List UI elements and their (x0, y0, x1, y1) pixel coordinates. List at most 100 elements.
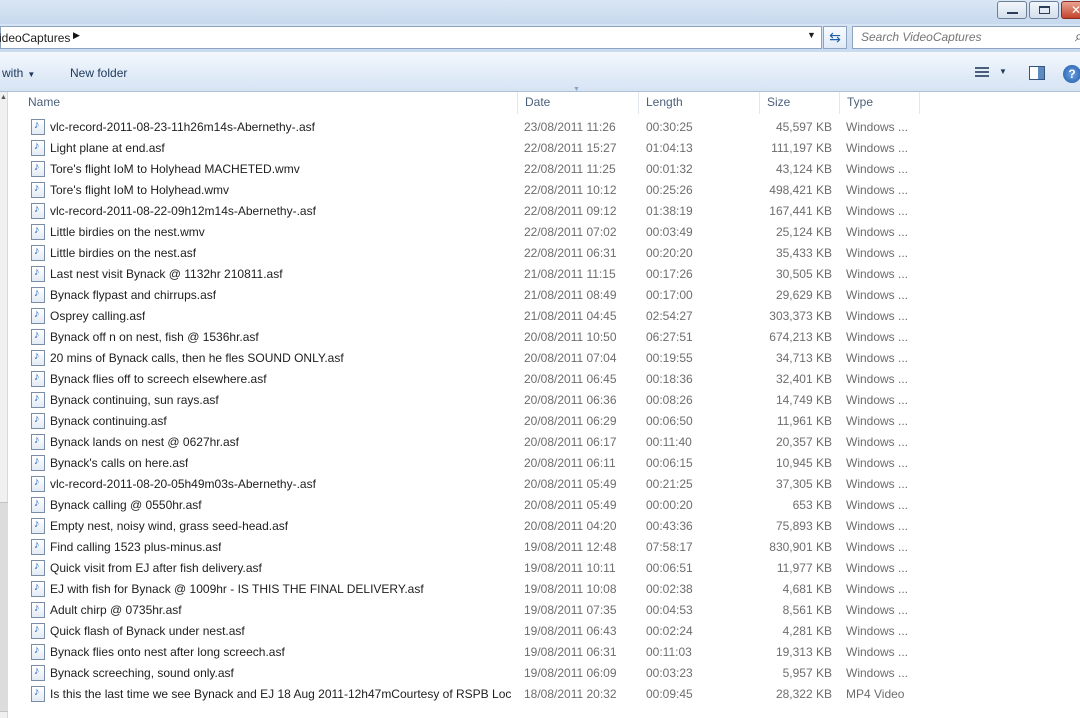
file-name: Is this the last time we see Bynack and … (50, 687, 512, 701)
file-row[interactable]: Last nest visit Bynack @ 1132hr 210811.a… (9, 264, 1080, 285)
file-row[interactable]: Quick visit from EJ after fish delivery.… (9, 558, 1080, 579)
file-row[interactable]: Little birdies on the nest.wmv 22/08/2011… (9, 222, 1080, 243)
column-header-size[interactable]: Size (760, 92, 840, 114)
file-row[interactable]: 20 mins of Bynack calls, then he fles SO… (9, 348, 1080, 369)
file-row[interactable]: Bynack lands on nest @ 0627hr.asf 20/08/2… (9, 432, 1080, 453)
file-length: 00:19:55 (646, 351, 693, 365)
file-size: 4,281 KB (782, 624, 832, 638)
file-row[interactable]: EJ with fish for Bynack @ 1009hr - IS TH… (9, 579, 1080, 600)
file-row[interactable]: Find calling 1523 plus-minus.asf 19/08/20… (9, 537, 1080, 558)
new-folder-button[interactable]: New folder (70, 66, 127, 80)
file-size: 45,597 KB (775, 120, 832, 134)
file-date: 22/08/2011 09:12 (524, 204, 617, 218)
column-header-length[interactable]: Length (639, 92, 760, 114)
address-dropdown-icon[interactable]: ▼ (807, 30, 816, 40)
video-file-icon (31, 266, 45, 282)
file-row[interactable]: Light plane at end.asf 22/08/2011 15:27 01… (9, 138, 1080, 159)
search-input[interactable] (861, 30, 1071, 44)
file-length: 01:04:13 (646, 141, 693, 155)
file-row[interactable]: vlc-record-2011-08-20-05h49m03s-Aberneth… (9, 474, 1080, 495)
search-icon[interactable]: ⌕ (1075, 28, 1080, 45)
file-date: 20/08/2011 05:49 (524, 477, 617, 491)
file-length: 00:08:26 (646, 393, 693, 407)
video-file-icon (31, 119, 45, 135)
title-bar: ✕ (0, 0, 1080, 24)
search-box[interactable]: ⌕ (852, 26, 1080, 49)
video-file-icon (31, 287, 45, 303)
file-name: Little birdies on the nest.asf (50, 246, 197, 260)
file-length: 00:02:38 (646, 582, 693, 596)
file-length: 00:18:36 (646, 372, 693, 386)
file-type: Windows ... (846, 519, 909, 533)
file-date: 19/08/2011 10:11 (524, 561, 616, 575)
video-file-icon (31, 623, 45, 639)
file-name: 20 mins of Bynack calls, then he fles SO… (50, 351, 344, 365)
minimize-icon (1007, 6, 1018, 14)
file-row[interactable]: vlc-record-2011-08-22-09h12m14s-Aberneth… (9, 201, 1080, 222)
file-type: Windows ... (846, 351, 909, 365)
file-name: Adult chirp @ 0735hr.asf (50, 603, 182, 617)
file-row[interactable]: Bynack continuing.asf 20/08/2011 06:29 00:… (9, 411, 1080, 432)
file-row[interactable]: Osprey calling.asf 21/08/2011 04:45 02:54:… (9, 306, 1080, 327)
file-date: 20/08/2011 06:29 (524, 414, 617, 428)
refresh-button[interactable]: ⇆ (823, 26, 847, 49)
video-file-icon (31, 581, 45, 597)
open-with-button[interactable]: with ▼ (2, 66, 35, 80)
file-row[interactable]: Bynack flypast and chirrups.asf 21/08/201… (9, 285, 1080, 306)
navigation-pane-scrollbar[interactable]: ▲ (0, 92, 8, 718)
file-name: Quick flash of Bynack under nest.asf (50, 624, 245, 638)
file-type: Windows ... (846, 498, 909, 512)
help-icon[interactable]: ? (1063, 65, 1080, 83)
file-row[interactable]: Bynack calling @ 0550hr.asf 20/08/2011 05… (9, 495, 1080, 516)
file-size: 5,957 KB (782, 666, 832, 680)
file-size: 11,977 KB (776, 561, 832, 575)
command-bar: with ▼ New folder ▼ ? (0, 52, 1080, 92)
column-header-date[interactable]: Date (518, 92, 639, 114)
file-row[interactable]: Tore's flight IoM to Holyhead.wmv 22/08/2… (9, 180, 1080, 201)
scrollbar-thumb[interactable] (0, 502, 8, 712)
file-row[interactable]: Bynack's calls on here.asf 20/08/2011 06:… (9, 453, 1080, 474)
file-name: Light plane at end.asf (50, 141, 165, 155)
file-row[interactable]: Adult chirp @ 0735hr.asf 19/08/2011 07:35… (9, 600, 1080, 621)
file-size: 4,681 KB (782, 582, 832, 596)
file-type: Windows ... (846, 204, 909, 218)
file-length: 01:38:19 (646, 204, 693, 218)
file-row[interactable]: Quick flash of Bynack under nest.asf 19/0… (9, 621, 1080, 642)
file-date: 18/08/2011 20:32 (524, 687, 617, 701)
file-size: 19,313 KB (775, 645, 832, 659)
video-file-icon (31, 560, 45, 576)
scroll-up-icon[interactable]: ▲ (0, 94, 7, 101)
file-row[interactable]: Tore's flight IoM to Holyhead MACHETED.w… (9, 159, 1080, 180)
file-type: Windows ... (846, 477, 909, 491)
minimize-button[interactable] (997, 1, 1027, 19)
file-type: Windows ... (846, 414, 909, 428)
file-row[interactable]: Bynack flies onto nest after long screec… (9, 642, 1080, 663)
file-row[interactable]: Bynack screeching, sound only.asf 19/08/2… (9, 663, 1080, 684)
view-options-chevron-icon[interactable]: ▼ (999, 67, 1007, 76)
file-row[interactable]: Empty nest, noisy wind, grass seed-head.… (9, 516, 1080, 537)
column-header-name[interactable]: Name (21, 92, 518, 114)
close-button[interactable]: ✕ (1061, 1, 1080, 19)
file-row[interactable]: Little birdies on the nest.asf 22/08/2011… (9, 243, 1080, 264)
file-row[interactable]: Bynack flies off to screech elsewhere.as… (9, 369, 1080, 390)
file-name: Bynack calling @ 0550hr.asf (50, 498, 202, 512)
maximize-button[interactable] (1029, 1, 1059, 19)
file-row[interactable]: Bynack off n on nest, fish @ 1536hr.asf 2… (9, 327, 1080, 348)
file-row[interactable]: Is this the last time we see Bynack and … (9, 684, 1080, 705)
file-size: 653 KB (792, 498, 832, 512)
file-size: 75,893 KB (775, 519, 832, 533)
change-view-icon[interactable] (975, 67, 989, 78)
preview-pane-icon[interactable] (1029, 66, 1045, 80)
video-file-icon (31, 413, 45, 429)
video-file-icon (31, 308, 45, 324)
file-size: 303,373 KB (769, 309, 832, 323)
file-row[interactable]: Bynack continuing, sun rays.asf 20/08/201… (9, 390, 1080, 411)
column-header-type[interactable]: Type (840, 92, 920, 114)
file-size: 14,749 KB (775, 393, 832, 407)
file-row[interactable]: vlc-record-2011-08-23-11h26m14s-Aberneth… (9, 117, 1080, 138)
file-date: 20/08/2011 06:11 (524, 456, 616, 470)
address-bar[interactable]: ideoCaptures ▶ ▼ (0, 26, 822, 49)
breadcrumb-arrow-icon[interactable]: ▶ (73, 30, 80, 41)
file-length: 00:01:32 (646, 162, 693, 176)
breadcrumb-videocaptures[interactable]: ideoCaptures (0, 31, 70, 45)
